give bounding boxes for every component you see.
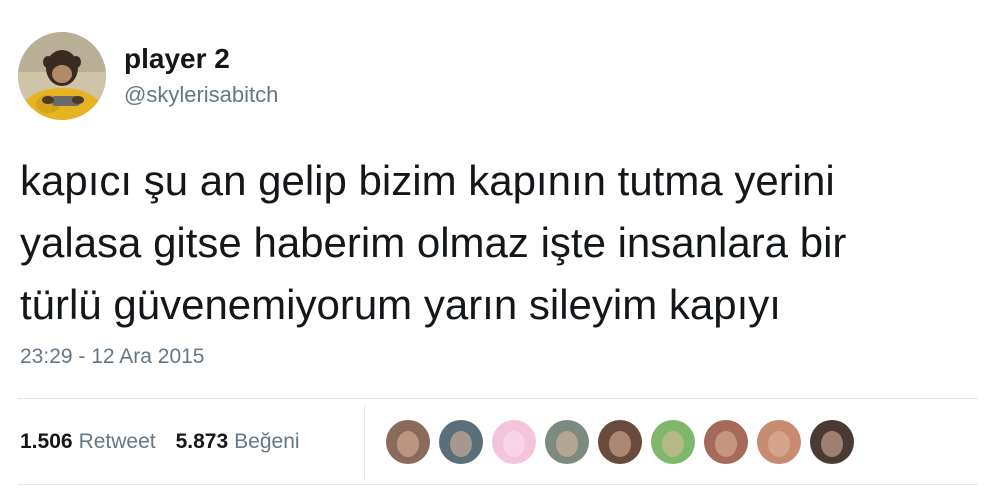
user-handle[interactable]: @skylerisabitch (124, 80, 278, 110)
liker-avatars (386, 400, 863, 484)
tweet-text-line-1: kapıcı şu an gelip bizim kapının tutma y… (20, 157, 835, 204)
like-count: 5.873 (175, 430, 229, 453)
liker-avatar-4-image (545, 420, 589, 464)
tweet-header: player 2 @skylerisabitch (18, 30, 278, 122)
liker-avatar-7-image (704, 420, 748, 464)
user-display-name[interactable]: player 2 (124, 42, 278, 76)
divider-bottom (18, 484, 978, 485)
monkey-avatar-icon (18, 32, 106, 120)
liker-avatar-3[interactable] (492, 420, 536, 464)
liker-avatar-9[interactable] (810, 420, 854, 464)
stats-separator (364, 405, 365, 479)
user-names: player 2 @skylerisabitch (124, 42, 278, 110)
user-avatar[interactable] (18, 32, 106, 120)
liker-avatar-2[interactable] (439, 420, 483, 464)
liker-avatar-8[interactable] (757, 420, 801, 464)
tweet-card: player 2 @skylerisabitch kapıcı şu an ge… (0, 0, 996, 498)
liker-avatar-6-image (651, 420, 695, 464)
liker-avatar-5[interactable] (598, 420, 642, 464)
tweet-stats: 1.506 Retweet 5.873 Beğeni (20, 400, 320, 484)
retweet-count: 1.506 (20, 430, 73, 453)
liker-avatar-1-image (386, 420, 430, 464)
tweet-text-line-2: yalasa gitse haberim olmaz işte insanlar… (20, 219, 847, 266)
liker-avatar-9-image (810, 420, 854, 464)
liker-avatar-6[interactable] (651, 420, 695, 464)
liker-avatar-1[interactable] (386, 420, 430, 464)
liker-avatar-3-image (492, 420, 536, 464)
liker-avatar-8-image (757, 420, 801, 464)
like-label: Beğeni (234, 430, 300, 453)
retweet-label: Retweet (78, 430, 156, 453)
like-stat[interactable]: 5.873 Beğeni (176, 430, 300, 454)
liker-avatar-7[interactable] (704, 420, 748, 464)
tweet-text-line-3: türlü güvenemiyorum yarın sileyim kapıyı (20, 281, 781, 328)
tweet-text: kapıcı şu an gelip bizim kapının tutma y… (20, 150, 980, 336)
liker-avatar-5-image (598, 420, 642, 464)
liker-avatar-4[interactable] (545, 420, 589, 464)
divider-top (18, 398, 978, 399)
tweet-timestamp[interactable]: 23:29 - 12 Ara 2015 (20, 345, 204, 369)
liker-avatar-2-image (439, 420, 483, 464)
retweet-stat[interactable]: 1.506 Retweet (20, 430, 156, 454)
